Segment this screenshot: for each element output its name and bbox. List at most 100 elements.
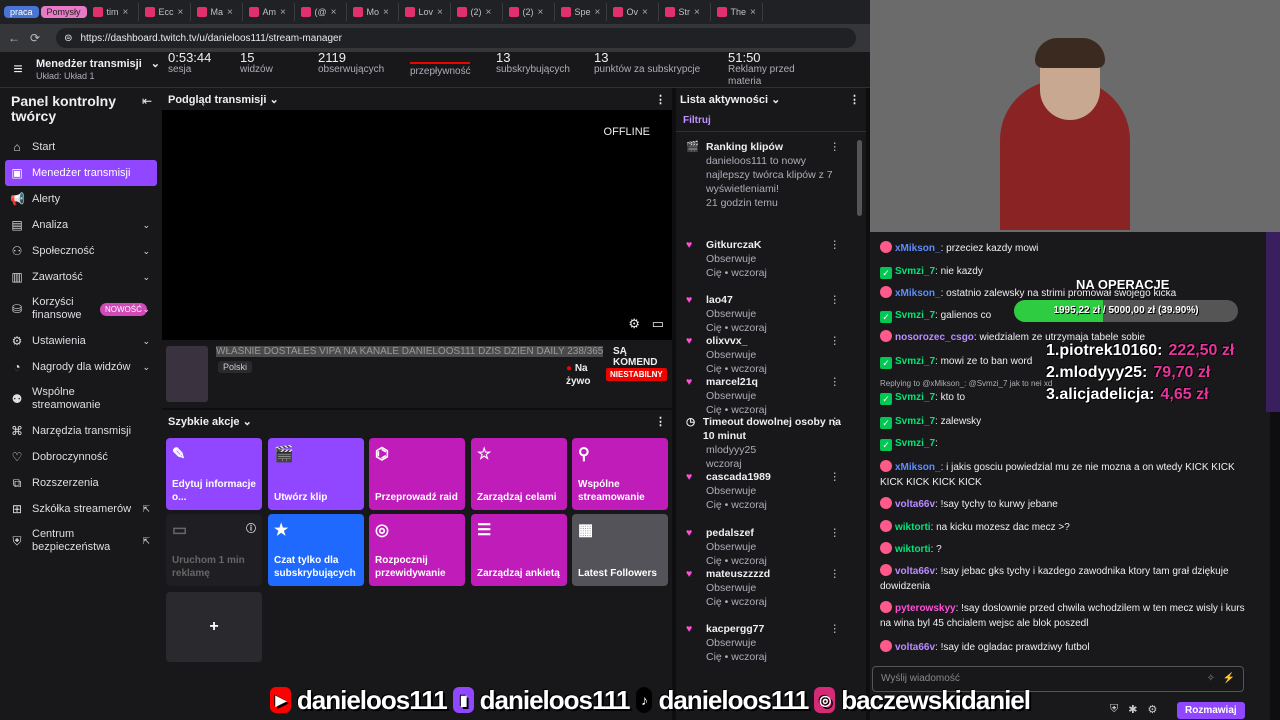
tab-group-label[interactable]: praca — [4, 6, 39, 18]
activity-item[interactable]: ♥ kacpergg77 Obserwuje Cię • wczoraj ⋮ — [686, 622, 846, 664]
sidebar-item-2[interactable]: 📢 Alerty — [0, 186, 162, 212]
chat-username[interactable]: Svmzi_7 — [895, 392, 935, 403]
close-tab-icon[interactable]: × — [694, 7, 700, 18]
back-icon[interactable]: ← — [8, 31, 20, 45]
browser-tab[interactable]: (2) × — [453, 3, 503, 21]
tab-group-label[interactable]: Pomysły — [40, 6, 87, 18]
sidebar-item-4[interactable]: ⚇ Społeczność ⌄ — [0, 238, 162, 264]
reload-icon[interactable]: ⟳ — [30, 31, 40, 45]
more-options-icon[interactable]: ⋮ — [655, 93, 666, 106]
quick-action-4[interactable]: ⚲ Wspólne streamowanie — [572, 438, 668, 510]
chat-username[interactable]: Svmzi_7 — [895, 266, 935, 277]
layout-selector[interactable]: Menedżer transmisji ⌄ Układ: Układ 1 — [36, 58, 160, 82]
activity-item[interactable]: ◷ Timeout dowolnej osoby na 10 minut mlody… — [686, 415, 846, 471]
chat-username[interactable]: volta66v — [895, 566, 935, 577]
browser-tab[interactable]: Ma × — [193, 3, 243, 21]
filter-button[interactable]: Filtruj — [676, 110, 866, 132]
chat-username[interactable]: xMikson_ — [895, 243, 941, 254]
close-tab-icon[interactable]: × — [331, 7, 337, 18]
more-options-icon[interactable]: ⋮ — [830, 470, 841, 484]
activity-item[interactable]: 🎬 Ranking klipów danieloos111 to nowy najl… — [686, 140, 846, 210]
sidebar-item-9[interactable]: ⚉ Wspólne streamowanie — [0, 380, 162, 418]
emote-picker-icon[interactable]: ✧ — [1207, 667, 1215, 691]
settings-gear-icon[interactable]: ⚙ — [628, 316, 640, 332]
quick-action-2[interactable]: ⌬ Przeprowadź raid — [369, 438, 465, 510]
sidebar-item-3[interactable]: ▤ Analiza ⌄ — [0, 212, 162, 238]
sidebar-item-5[interactable]: ▥ Zawartość ⌄ — [0, 264, 162, 290]
browser-tab[interactable]: (2) × — [505, 3, 555, 21]
more-options-icon[interactable]: ⋮ — [830, 375, 841, 389]
sidebar-item-10[interactable]: ⌘ Narzędzia transmisji — [0, 418, 162, 444]
mod-tools-icon[interactable]: ✱ — [1128, 703, 1137, 716]
browser-tab[interactable]: tim × — [89, 3, 139, 21]
close-tab-icon[interactable]: × — [750, 7, 756, 18]
chat-username[interactable]: Svmzi_7 — [895, 356, 935, 367]
close-tab-icon[interactable]: × — [595, 7, 601, 18]
chat-send-button[interactable]: Rozmawiaj — [1177, 702, 1245, 719]
activity-item[interactable]: ♥ lao47 Obserwuje Cię • wczoraj ⋮ — [686, 293, 846, 335]
chat-username[interactable]: pyterowskyy — [895, 603, 956, 614]
browser-tab[interactable]: Ecc × — [141, 3, 191, 21]
chat-username[interactable]: xMikson_ — [895, 288, 941, 299]
scrollbar[interactable] — [857, 140, 862, 216]
collapse-sidebar-icon[interactable]: ⇤ — [142, 94, 152, 124]
chevron-down-icon[interactable]: ⌄ — [771, 94, 780, 106]
sidebar-item-0[interactable]: ⌂ Start — [0, 134, 162, 160]
sidebar-item-12[interactable]: ⧉ Rozszerzenia — [0, 470, 162, 496]
sidebar-item-11[interactable]: ♡ Dobroczynność — [0, 444, 162, 470]
chat-username[interactable]: nosorozec_csgo — [895, 332, 974, 343]
address-bar[interactable]: ⊜ https://dashboard.twitch.tv/u/danieloo… — [56, 28, 857, 48]
close-tab-icon[interactable]: × — [123, 7, 129, 18]
browser-tab[interactable]: Lov × — [401, 3, 451, 21]
more-options-icon[interactable]: ⋮ — [830, 238, 841, 252]
quick-action-3[interactable]: ☆ Zarządzaj celami — [471, 438, 567, 510]
menu-icon[interactable]: ≡ — [0, 61, 36, 79]
quick-action-6[interactable]: ★ Czat tylko dla subskrybujących — [268, 514, 364, 586]
sidebar-item-8[interactable]: ◔ Nagrody dla widzów ⌄ — [0, 354, 162, 380]
more-options-icon[interactable]: ⋮ — [830, 140, 841, 154]
activity-item[interactable]: ♥ mateuszzzzd Obserwuje Cię • wczoraj ⋮ — [686, 567, 846, 609]
sidebar-item-7[interactable]: ⚙ Ustawienia ⌄ — [0, 328, 162, 354]
language-tag[interactable]: Polski — [218, 361, 253, 373]
chat-username[interactable]: volta66v — [895, 642, 935, 653]
video-player[interactable]: OFFLINE ⚙ ▭ — [162, 110, 672, 340]
chat-username[interactable]: Svmzi_7 — [895, 416, 935, 427]
quick-action-9[interactable]: ▦ Latest Followers — [572, 514, 668, 586]
sidebar-item-14[interactable]: ⛨ Centrum bezpieczeństwa ⇱ — [0, 522, 162, 560]
chat-username[interactable]: wiktorti — [895, 522, 931, 533]
chat-username[interactable]: Svmzi_7 — [895, 438, 935, 449]
browser-tab[interactable]: Mo × — [349, 3, 399, 21]
quick-action-7[interactable]: ◎ Rozpocznij przewidywanie — [369, 514, 465, 586]
close-tab-icon[interactable]: × — [538, 7, 544, 18]
settings-gear-icon[interactable]: ⚙ — [1147, 703, 1157, 716]
sidebar-item-6[interactable]: ⛁ Korzyści finansowe NOWOŚĆ ⌄ — [0, 290, 162, 328]
site-info-icon[interactable]: ⊜ — [64, 33, 72, 44]
info-icon[interactable]: ⓘ — [246, 520, 256, 535]
shield-icon[interactable]: ⛨ — [1110, 703, 1118, 716]
chat-username[interactable]: Svmzi_7 — [895, 310, 935, 321]
browser-tab[interactable]: Str × — [661, 3, 711, 21]
chevron-down-icon[interactable]: ⌄ — [269, 94, 278, 106]
browser-tab[interactable]: The × — [713, 3, 763, 21]
more-options-icon[interactable]: ⋮ — [655, 415, 666, 428]
close-tab-icon[interactable]: × — [280, 7, 286, 18]
chat-username[interactable]: volta66v — [895, 499, 935, 510]
quick-action-0[interactable]: ✎ Edytuj informacje o... — [166, 438, 262, 510]
activity-item[interactable]: ♥ pedalszef Obserwuje Cię • wczoraj ⋮ — [686, 526, 846, 568]
close-tab-icon[interactable]: × — [383, 7, 389, 18]
browser-tab[interactable]: Ov × — [609, 3, 659, 21]
more-options-icon[interactable]: ⋮ — [830, 293, 841, 307]
sidebar-item-13[interactable]: ⊞ Szkółka streamerów ⇱ — [0, 496, 162, 522]
quick-action-8[interactable]: ☰ Zarządzaj ankietą — [471, 514, 567, 586]
more-options-icon[interactable]: ⋮ — [830, 567, 841, 581]
quick-action-10[interactable]: + — [166, 592, 262, 662]
close-tab-icon[interactable]: × — [227, 7, 233, 18]
more-options-icon[interactable]: ⋮ — [830, 415, 841, 429]
more-options-icon[interactable]: ⋮ — [830, 526, 841, 540]
theatre-mode-icon[interactable]: ▭ — [652, 316, 664, 332]
close-tab-icon[interactable]: × — [486, 7, 492, 18]
chat-username[interactable]: xMikson_ — [895, 462, 941, 473]
close-tab-icon[interactable]: × — [437, 7, 443, 18]
browser-tab[interactable]: Spe × — [557, 3, 607, 21]
browser-tab[interactable]: (@ × — [297, 3, 347, 21]
